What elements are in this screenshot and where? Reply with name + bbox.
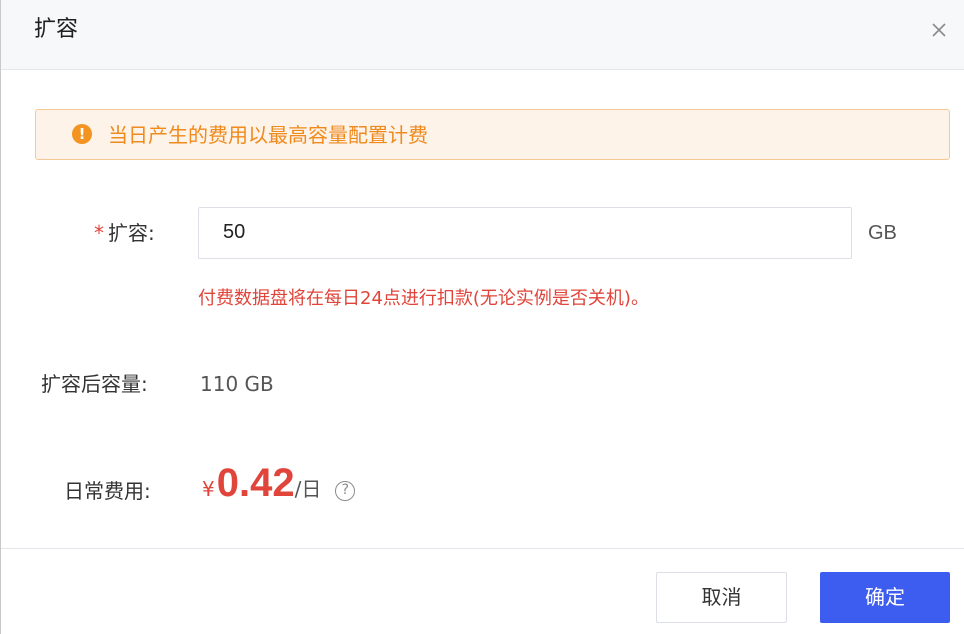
- cancel-button[interactable]: 取消: [656, 572, 787, 623]
- daily-cost-label: 日常费用:: [64, 479, 151, 503]
- capacity-after-label: 扩容后容量:: [41, 372, 148, 396]
- confirm-button[interactable]: 确定: [820, 572, 950, 623]
- expand-size-input[interactable]: [223, 208, 823, 256]
- daily-cost-value: ¥0.42/日?: [202, 461, 356, 511]
- billing-hint: 付费数据盘将在每日24点进行扣款(无论实例是否关机)。: [198, 288, 649, 309]
- expand-label-text: 扩容:: [108, 221, 155, 245]
- currency-symbol: ¥: [202, 477, 215, 501]
- close-icon[interactable]: [927, 18, 951, 42]
- capacity-after-value: 110 GB: [200, 372, 274, 396]
- price-amount: 0.42: [216, 461, 295, 505]
- footer-divider: [1, 548, 964, 549]
- exclamation-circle-icon: !: [72, 124, 92, 144]
- billing-alert: ! 当日产生的费用以最高容量配置计费: [35, 109, 950, 160]
- alert-text: 当日产生的费用以最高容量配置计费: [108, 123, 428, 147]
- unit-label: GB: [868, 222, 897, 244]
- dialog-title: 扩容: [34, 17, 79, 42]
- question-circle-icon[interactable]: ?: [335, 481, 356, 501]
- expand-size-field[interactable]: [198, 207, 852, 259]
- price-unit: /日: [294, 477, 322, 501]
- required-mark: *: [94, 221, 104, 245]
- expand-dialog: 扩容 ! 当日产生的费用以最高容量配置计费 *扩容: GB 付费数据盘将在每日2…: [0, 0, 964, 634]
- dialog-header: 扩容: [1, 0, 964, 70]
- expand-label: * 扩容:: [94, 220, 155, 246]
